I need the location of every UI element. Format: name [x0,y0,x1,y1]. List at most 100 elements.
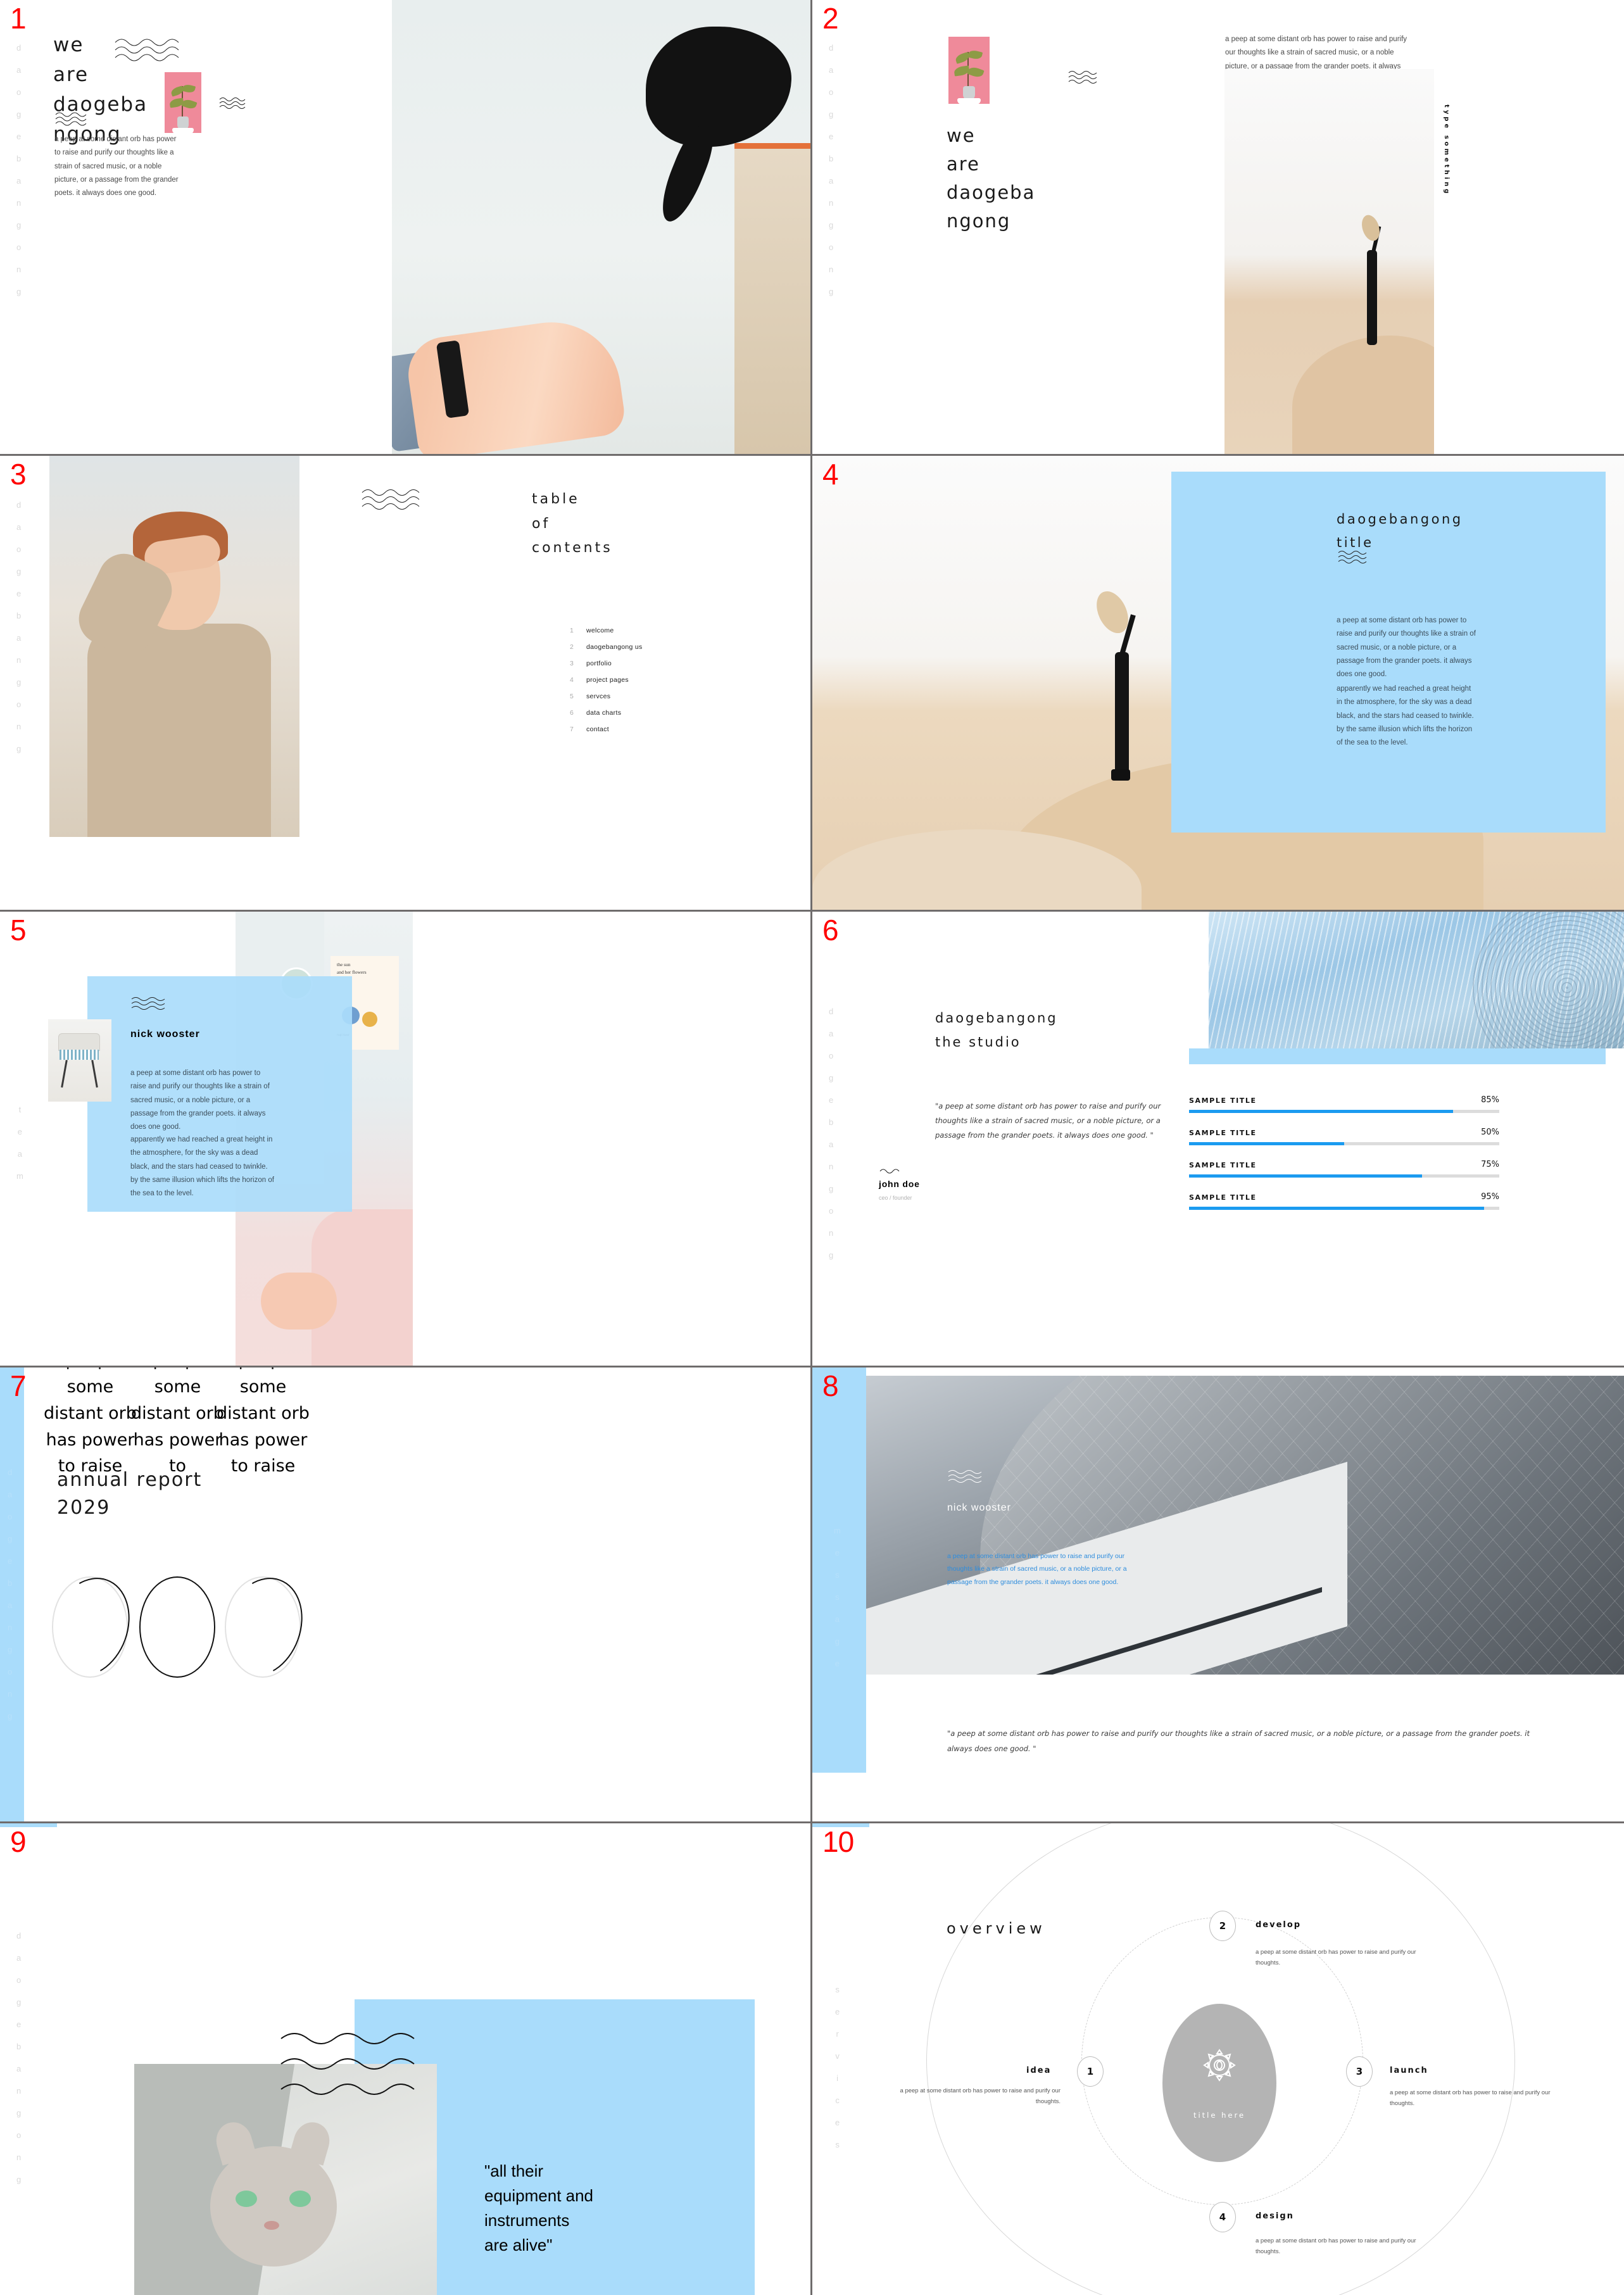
slide-4-body-2: apparently we had reached a great height… [1337,685,1474,747]
bar-label: SAMPLE TITLE [1189,1193,1257,1202]
bar-label: SAMPLE TITLE [1189,1129,1257,1137]
table-of-contents[interactable]: 1 welcome 2 daogebangong us 3 portfolio 4 pr… [570,627,643,742]
photo-cat-and-hand [392,0,810,454]
bar-row: SAMPLE TITLE 50% [1189,1128,1499,1145]
slide-8-quote: "a peep at some distant orb has power to… [947,1729,1530,1754]
slide-number: 3 [10,458,27,491]
slide-number: 1 [10,2,27,35]
slide-1[interactable]: 1 daogebangong we are daogeba ngong a pe… [0,0,812,456]
slide-5-body: a peep at some distant orb has power to … [130,1069,270,1131]
slide-2-title: we are daogeba ngong [947,125,1036,232]
list-item[interactable]: 2 daogebangong us [570,643,643,651]
vertical-brand-word-10: services [835,1985,840,2149]
wave-decor-icon [280,2033,415,2095]
wave-decor-icon [131,997,165,1010]
bar-fill [1189,1142,1344,1145]
slide-9[interactable]: 9 daogebangong "all their equipment and … [0,1823,812,2295]
photo-plant-pink [948,37,990,104]
toc-label: data charts [586,709,622,717]
bar-value: 85% [1481,1095,1499,1105]
slide-2[interactable]: 2 daogebangong a peep at some distant or… [812,0,1624,456]
bar-fill [1189,1207,1484,1210]
slide-number: 8 [822,1369,839,1402]
slide-8[interactable]: 8 message nick wooster a peep at some di… [812,1368,1624,1823]
bar-row: SAMPLE TITLE 85% [1189,1095,1499,1113]
node-4-text: a peep at some distant orb has power to … [1256,2237,1416,2255]
bar-label: SAMPLE TITLE [1189,1161,1257,1169]
slide-5[interactable]: 5 team the sun and her flowers rupi kaur [0,912,812,1368]
node-2-text: a peep at some distant orb has power to … [1256,1949,1416,1966]
toc-number: 1 [570,627,574,634]
slide-10[interactable]: 10 services overview title here 1 idea a… [812,1823,1624,2295]
slide-4-title: daogebangong title [1337,512,1463,550]
toc-number: 4 [570,676,574,684]
node-2[interactable]: 2 [1209,1911,1236,1941]
cat-paw [653,121,721,227]
list-item[interactable]: 7 contact [570,726,643,733]
gear-icon [1203,2049,1236,2082]
slide-6-title: daogebangong the studio [935,1010,1058,1050]
vertical-brand-word-1: daogebangong [16,43,22,296]
wave-decor-icon [879,1169,900,1174]
bar-value: 75% [1481,1160,1499,1169]
center-hub: title here [1162,2004,1276,2162]
node-2-label: develop [1256,1920,1302,1930]
list-item[interactable]: 5 servces [570,693,643,700]
hand [403,313,627,454]
slide-7-title: annual report 2029 [57,1469,203,1519]
slide-5-name: nick wooster [130,1029,200,1040]
node-3[interactable]: 3 [1346,2056,1373,2087]
toc-number: 2 [570,643,574,651]
slide-8-overlay-body: a peep at some distant orb has power to … [947,1552,1127,1586]
toc-label: servces [586,693,611,700]
slide-7[interactable]: 7 daogebangong annual report 2029 a peep… [0,1368,812,1823]
slide-3[interactable]: 3 daogebangong table of contents 1 welcom… [0,456,812,912]
vertical-brand-word-9: daogebangong [16,1931,22,2184]
toc-label: project pages [586,676,629,684]
ring-2 [139,1576,215,1678]
slide-1-body: a peep at some distant orb has power to … [54,135,179,198]
node-1-label: idea [1026,2066,1052,2075]
list-item[interactable]: 3 portfolio [570,660,643,667]
photo-architecture-blue [1209,912,1624,1048]
node-3-text: a peep at some distant orb has power to … [1390,2089,1551,2107]
accent-panel-blue-bottom [1189,1048,1606,1064]
photo-plant-pink [165,72,201,134]
slide-number: 5 [10,914,27,946]
slide-8-name: nick wooster [947,1502,1011,1513]
pillar [734,149,810,454]
bar-value: 95% [1481,1192,1499,1202]
bar-value: 50% [1481,1128,1499,1137]
wave-decor-icon [362,489,420,510]
photo-chair [48,1019,111,1102]
photo-desert-woman [1224,69,1434,454]
bar-track [1189,1142,1499,1145]
slide-4[interactable]: 4 daogebangong title a peep at some dist… [812,456,1624,912]
slide-6-quote: "a peep at some distant orb has power to… [935,1102,1161,1140]
node-4[interactable]: 4 [1209,2202,1236,2232]
slide-number: 9 [10,1825,27,1858]
list-item[interactable]: 1 welcome [570,627,643,634]
slide-number: 4 [822,458,839,491]
list-item[interactable]: 4 project pages [570,676,643,684]
bar-label: SAMPLE TITLE [1189,1097,1257,1105]
vertical-brand-word-6: daogebangong [829,1007,834,1260]
toc-number: 7 [570,726,574,733]
cat-body [646,27,791,147]
slide-10-title: overview [947,1920,1046,1937]
node-1[interactable]: 1 [1077,2056,1104,2087]
wave-decor-icon [948,1470,982,1483]
slide-deck: 1 daogebangong we are daogeba ngong a pe… [0,0,1624,2295]
toc-label: contact [586,726,609,733]
slide-number: 2 [822,2,839,35]
list-item[interactable]: 6 data charts [570,709,643,717]
wave-decor-small-icon [55,112,87,126]
bar-row: SAMPLE TITLE 95% [1189,1192,1499,1210]
slide-number: 6 [822,914,839,946]
photo-architecture-grey [866,1376,1624,1675]
vertical-brand-word-2: daogebangong [829,43,834,296]
vertical-brand-word-8: message [834,1526,841,1668]
bar-fill [1189,1174,1422,1178]
slide-7-col-3-text: a peep at some distant orb has power to … [217,1368,310,1476]
slide-6[interactable]: 6 daogebangong daogebangong the studio "… [812,912,1624,1368]
